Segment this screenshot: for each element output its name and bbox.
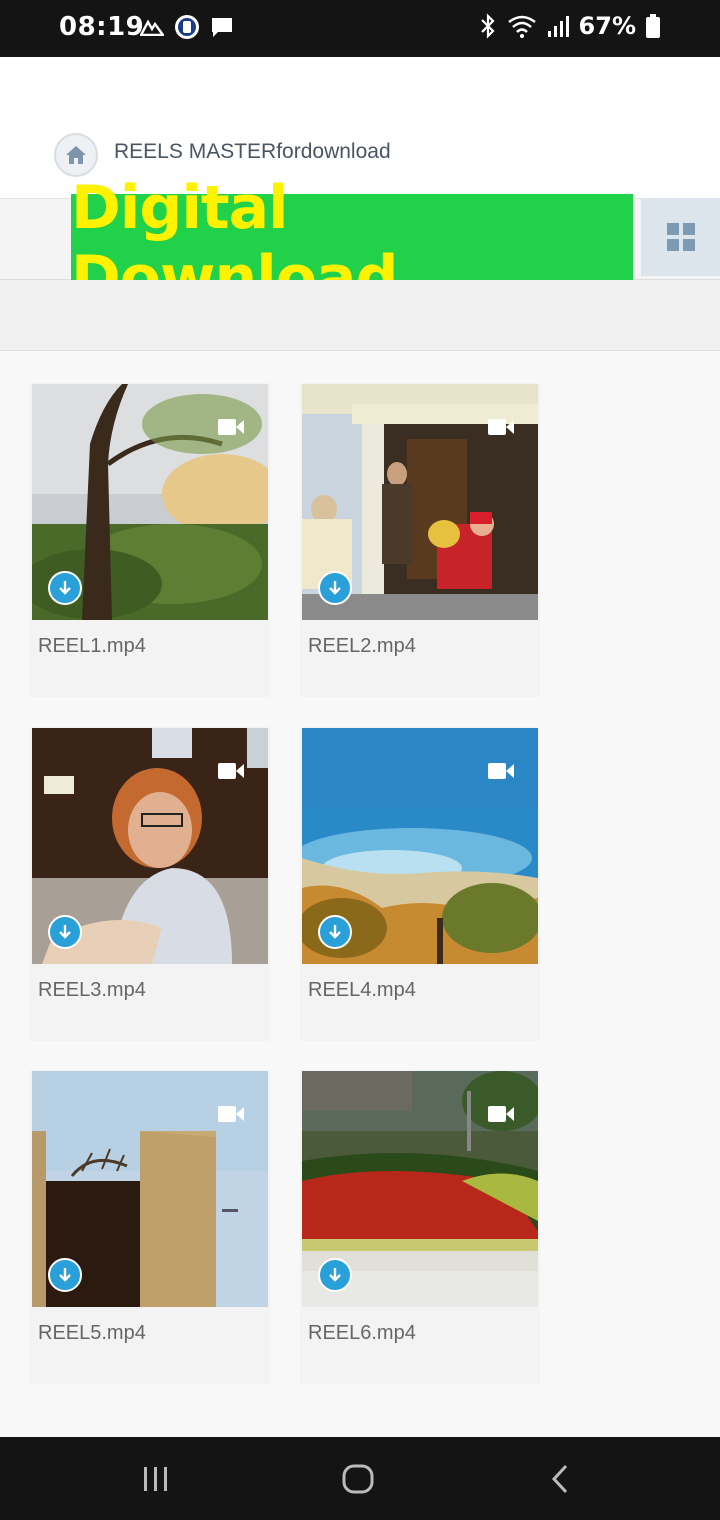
back-button[interactable] — [538, 1457, 582, 1501]
home-nav-button[interactable] — [336, 1457, 380, 1501]
system-icons: 67% — [479, 12, 660, 40]
breadcrumb-folder[interactable]: REELS MASTERfordownload — [114, 140, 391, 164]
bluetooth-icon — [480, 13, 495, 39]
app-badge-icon — [175, 15, 199, 39]
download-button[interactable] — [318, 571, 352, 605]
download-arrow-icon — [59, 581, 71, 595]
download-arrow-icon — [59, 925, 71, 939]
file-card[interactable]: REEL5.mp4 — [30, 1070, 270, 1384]
video-camera-icon — [218, 419, 244, 435]
file-name[interactable]: REEL3.mp4 — [38, 979, 146, 1002]
file-name[interactable]: REEL5.mp4 — [38, 1322, 146, 1345]
download-button[interactable] — [318, 915, 352, 949]
video-thumbnail[interactable] — [32, 1071, 268, 1307]
mountain-app-icon — [140, 19, 164, 36]
download-arrow-icon — [329, 581, 341, 595]
digital-download-banner: Digital Download — [71, 173, 633, 313]
file-name[interactable]: REEL2.mp4 — [308, 635, 416, 658]
download-arrow-icon — [59, 1268, 71, 1282]
battery-icon — [646, 14, 660, 38]
notification-icons — [140, 14, 234, 40]
download-button[interactable] — [318, 1258, 352, 1292]
download-arrow-icon — [329, 1268, 341, 1282]
battery-percent: 67% — [578, 12, 636, 40]
file-card[interactable]: REEL3.mp4 — [30, 727, 270, 1041]
navigation-bar — [0, 1437, 720, 1520]
home-button[interactable] — [54, 133, 98, 177]
file-card[interactable]: REEL2.mp4 — [300, 383, 540, 697]
file-name[interactable]: REEL4.mp4 — [308, 979, 416, 1002]
video-camera-icon — [218, 763, 244, 779]
video-camera-icon — [218, 1106, 244, 1122]
message-icon — [212, 18, 232, 37]
file-name[interactable]: REEL1.mp4 — [38, 635, 146, 658]
recent-apps-icon — [144, 1467, 167, 1491]
grid-view-button[interactable] — [641, 198, 720, 276]
back-icon — [551, 1464, 568, 1494]
wifi-icon — [507, 15, 536, 38]
signal-icon — [547, 16, 569, 37]
file-name[interactable]: REEL6.mp4 — [308, 1322, 416, 1345]
video-thumbnail[interactable] — [32, 728, 268, 964]
file-card[interactable]: REEL6.mp4 — [300, 1070, 540, 1384]
video-thumbnail[interactable] — [302, 728, 538, 964]
download-arrow-icon — [329, 925, 341, 939]
file-card[interactable]: REEL1.mp4 — [30, 383, 270, 697]
video-thumbnail[interactable] — [32, 384, 268, 620]
home-nav-icon — [342, 1464, 374, 1494]
video-camera-icon — [488, 419, 514, 435]
download-button[interactable] — [48, 915, 82, 949]
grid-view-icon — [666, 223, 695, 251]
video-thumbnail[interactable] — [302, 384, 538, 620]
status-time: 08:19 — [59, 12, 145, 42]
download-button[interactable] — [48, 571, 82, 605]
status-bar: 08:19 67% — [0, 0, 720, 57]
video-thumbnail[interactable] — [302, 1071, 538, 1307]
video-camera-icon — [488, 1106, 514, 1122]
file-card[interactable]: REEL4.mp4 — [300, 727, 540, 1041]
recent-apps-button[interactable] — [134, 1457, 178, 1501]
download-button[interactable] — [48, 1258, 82, 1292]
sub-toolbar — [0, 280, 720, 351]
video-camera-icon — [488, 763, 514, 779]
home-icon — [66, 146, 86, 164]
